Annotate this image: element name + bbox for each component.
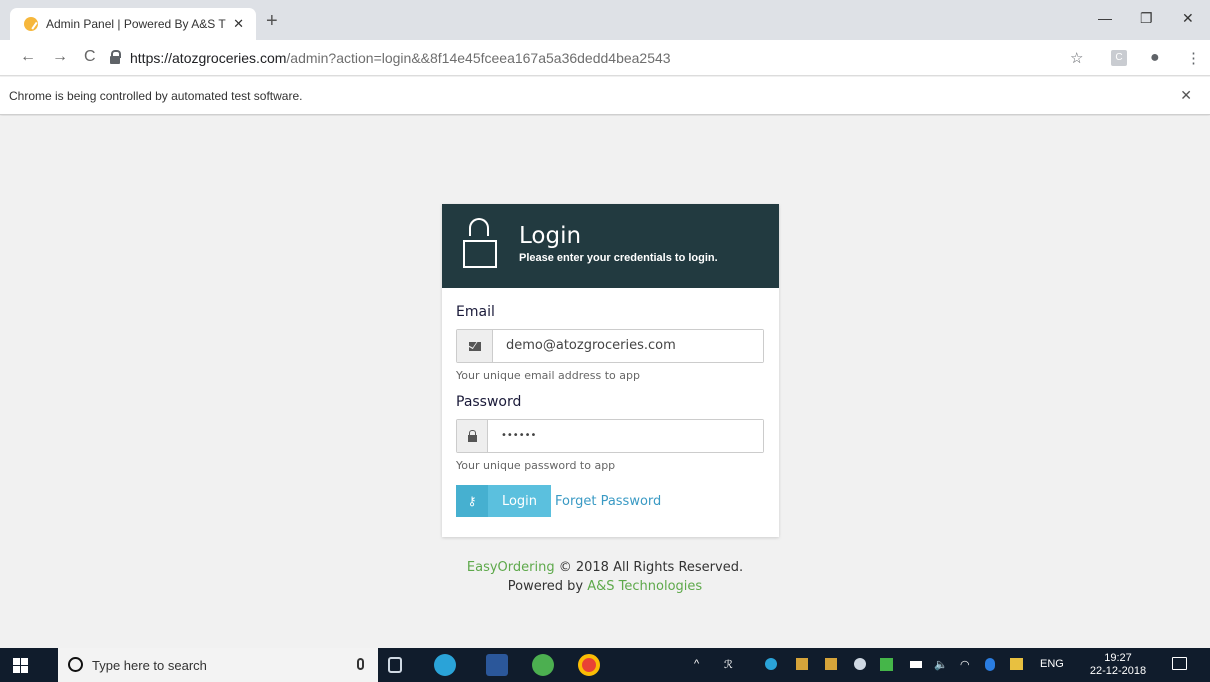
infobar-text: Chrome is being controlled by automated … [9,89,303,103]
address-bar[interactable]: https://atozgroceries.com/admin?action=l… [110,45,1100,71]
back-icon[interactable]: ← [20,48,36,66]
language-indicator[interactable]: ENG [1040,658,1064,670]
menu-icon[interactable]: ⋮ [1186,49,1201,67]
login-card: Login Please enter your credentials to l… [442,204,779,537]
unlock-icon [463,218,497,270]
tab-strip: Admin Panel | Powered By A&S T ✕ + — ❐ ✕ [0,0,1210,40]
close-window-icon[interactable]: ✕ [1182,10,1194,27]
tray-app-icon[interactable] [880,658,893,671]
taskbar-search[interactable]: Type here to search [58,648,378,682]
automation-infobar: Chrome is being controlled by automated … [0,77,1210,115]
word-icon[interactable] [486,654,508,676]
wifi-icon[interactable]: ◠ [960,658,970,671]
forget-password-link[interactable]: Forget Password [555,494,661,509]
password-addon [457,420,488,452]
email-label: Email [456,304,495,320]
login-subtitle: Please enter your credentials to login. [519,252,718,264]
powered-prefix: Powered by [507,579,588,594]
microphone-icon[interactable] [357,658,364,670]
password-field[interactable]: •••••• [488,420,763,452]
login-header: Login Please enter your credentials to l… [442,204,779,288]
browser-tab[interactable]: Admin Panel | Powered By A&S T ✕ [10,8,256,40]
clock-time: 19:27 [1104,652,1132,664]
lock-icon [110,50,121,64]
tray-app-icon[interactable] [796,658,808,670]
clock-date: 22-12-2018 [1089,665,1147,677]
profile-icon[interactable]: ● [1150,49,1160,67]
taskbar-search-placeholder: Type here to search [92,658,207,673]
bluetooth-icon[interactable] [985,658,995,671]
login-button[interactable]: ⚷ Login [456,485,551,517]
reload-icon[interactable]: C [84,48,96,66]
battery-icon[interactable] [910,661,922,668]
restore-icon[interactable]: ❐ [1140,10,1153,27]
page-footer: EasyOrdering © 2018 All Rights Reserved.… [0,558,1210,596]
key-icon: ⚷ [456,485,488,517]
taskbar-clock[interactable]: 19:27 22-12-2018 [1088,652,1148,678]
tab-title: Admin Panel | Powered By A&S T [46,17,226,31]
password-input-group: •••••• [456,419,764,453]
new-tab-button[interactable]: + [266,10,278,33]
star-icon[interactable]: ☆ [1070,49,1083,67]
app-icon[interactable] [532,654,554,676]
tray-expand-icon[interactable]: ^ [694,658,699,670]
copyright-text: © 2018 All Rights Reserved. [554,560,744,575]
envelope-icon [468,341,481,351]
email-help: Your unique email address to app [456,369,640,382]
copyright-line: EasyOrdering © 2018 All Rights Reserved. [0,558,1210,577]
chrome-icon[interactable] [578,654,600,676]
security-icon[interactable] [1010,658,1023,670]
company-link[interactable]: A&S Technologies [587,579,702,594]
lock-icon [467,429,477,442]
brand-link[interactable]: EasyOrdering [467,560,555,575]
volume-icon[interactable]: 🔈 [934,658,948,671]
browser-toolbar: ← → C https://atozgroceries.com/admin?ac… [0,40,1210,76]
close-tab-button[interactable]: ✕ [233,16,244,32]
password-help: Your unique password to app [456,459,616,472]
url-host: https://atozgroceries.com [130,50,287,66]
password-label: Password [456,394,522,410]
login-button-label: Login [501,493,538,509]
powered-line: Powered by A&S Technologies [0,577,1210,596]
page-content: Login Please enter your credentials to l… [0,116,1210,648]
url-path: /admin?action=login&&8f14e45fceea167a5a3… [286,50,671,66]
forward-icon[interactable]: → [52,48,68,66]
email-field[interactable]: demo@atozgroceries.com [493,330,763,362]
tray-app-icon[interactable] [825,658,837,670]
extension-icon[interactable]: C [1111,50,1127,66]
form-actions: ⚷ Login Forget Password [456,485,764,517]
windows-start-icon[interactable] [13,658,28,673]
tray-app-icon[interactable] [765,658,777,670]
notification-icon[interactable] [1172,657,1187,670]
infobar-close-icon[interactable]: ✕ [1180,87,1192,104]
task-view-icon[interactable] [388,657,402,673]
people-icon[interactable]: ℛ [724,658,733,671]
windows-taskbar: Type here to search ^ ℛ 🔈 ◠ ENG 19:27 22… [0,648,1210,682]
email-input-group: demo@atozgroceries.com [456,329,764,363]
login-form: Email demo@atozgroceries.com Your unique… [442,288,779,517]
email-addon [457,330,493,362]
minimize-icon[interactable]: — [1098,10,1112,26]
network-app-icon[interactable] [434,654,456,676]
login-title: Login [519,223,582,249]
favicon-icon [24,17,38,31]
cortana-icon [68,657,83,672]
tray-app-icon[interactable] [854,658,866,670]
